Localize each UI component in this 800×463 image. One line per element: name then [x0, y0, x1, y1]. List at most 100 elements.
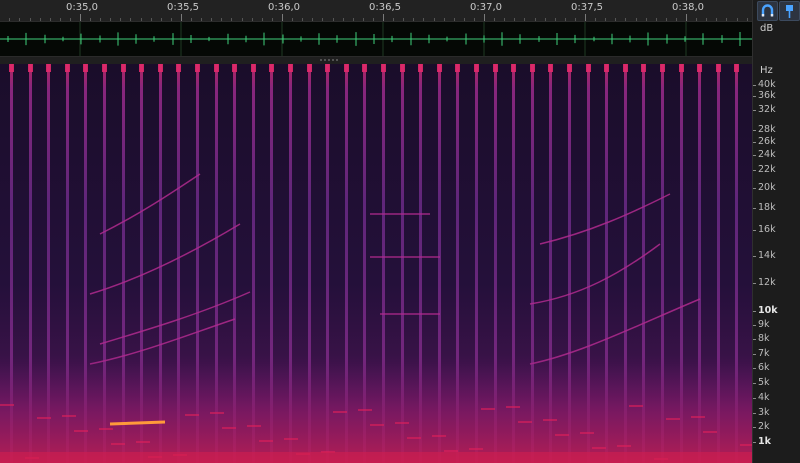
frequency-tick [753, 256, 756, 257]
ruler-minor-tick [666, 18, 667, 21]
frequency-label: 6k [758, 362, 770, 373]
frequency-label: 1k [758, 436, 771, 447]
frequency-tick [753, 427, 756, 428]
ruler-minor-tick [413, 18, 414, 21]
ruler-minor-tick [615, 18, 616, 21]
ruler-time-label: 0:38,0 [672, 2, 704, 13]
ruler-major-tick [80, 14, 81, 21]
frequency-tick [753, 398, 756, 399]
frequency-label: 16k [758, 224, 776, 235]
horseshoe-magnet-icon[interactable] [757, 1, 778, 21]
frequency-tick [753, 188, 756, 189]
frequency-label: 5k [758, 377, 770, 388]
frequency-label: 4k [758, 392, 770, 403]
frequency-tick [753, 311, 756, 312]
frequency-label: 12k [758, 277, 776, 288]
frequency-tick [753, 230, 756, 231]
frequency-tick [753, 368, 756, 369]
ruler-minor-tick [221, 18, 222, 21]
frequency-label: 28k [758, 124, 776, 135]
frequency-label: 32k [758, 104, 776, 115]
divider-grip-icon[interactable] [318, 58, 342, 62]
frequency-label: 24k [758, 149, 776, 160]
ruler-minor-tick [646, 18, 647, 21]
ruler-minor-tick [302, 18, 303, 21]
frequency-label: 18k [758, 202, 776, 213]
marker-pin-icon[interactable] [779, 1, 800, 21]
hz-axis-label: Hz [760, 65, 773, 76]
frequency-tick [753, 325, 756, 326]
ruler-minor-tick [555, 18, 556, 21]
frequency-label: 9k [758, 319, 770, 330]
ruler-minor-tick [737, 18, 738, 21]
ruler-major-tick [686, 14, 687, 21]
ruler-minor-tick [312, 18, 313, 21]
spectral-frequency-display[interactable] [0, 64, 752, 463]
ruler-minor-tick [30, 18, 31, 21]
ruler-minor-tick [272, 18, 273, 21]
frequency-label: 14k [758, 250, 776, 261]
ruler-minor-tick [595, 18, 596, 21]
ruler-minor-tick [716, 18, 717, 21]
frequency-tick [753, 85, 756, 86]
waveform-display[interactable] [0, 22, 752, 56]
ruler-minor-tick [444, 18, 445, 21]
ruler-minor-tick [454, 18, 455, 21]
ruler-time-label: 0:36,0 [268, 2, 300, 13]
ruler-minor-tick [575, 18, 576, 21]
ruler-minor-tick [90, 18, 91, 21]
spectrogram-canvas [0, 64, 752, 463]
frequency-tick [753, 339, 756, 340]
frequency-tick [753, 383, 756, 384]
ruler-minor-tick [19, 18, 20, 21]
ruler-minor-tick [120, 18, 121, 21]
waveform-trace [0, 22, 752, 56]
timeline-ruler[interactable]: 0:35,0 0:35,5 0:36,0 0:36,5 0:37,0 0:37,5 0:38… [0, 0, 752, 22]
ruler-minor-tick [70, 18, 71, 21]
ruler-minor-tick [110, 18, 111, 21]
ruler-minor-tick [474, 18, 475, 21]
ruler-time-label: 0:36,5 [369, 2, 401, 13]
frequency-tick [753, 96, 756, 97]
ruler-minor-tick [363, 18, 364, 21]
ruler-minor-tick [545, 18, 546, 21]
ruler-minor-tick [151, 18, 152, 21]
frequency-label: 26k [758, 136, 776, 147]
ruler-minor-tick [322, 18, 323, 21]
ruler-minor-tick [171, 18, 172, 21]
db-axis-label: dB [760, 23, 774, 34]
ruler-minor-tick [252, 18, 253, 21]
ruler-minor-tick [201, 18, 202, 21]
ruler-major-tick [383, 14, 384, 21]
frequency-tick [753, 170, 756, 171]
ruler-minor-tick [524, 18, 525, 21]
ruler-minor-tick [726, 18, 727, 21]
ruler-minor-tick [464, 18, 465, 21]
ruler-minor-tick [403, 18, 404, 21]
ruler-minor-tick [231, 18, 232, 21]
frequency-label: 10k [758, 305, 778, 316]
ruler-minor-tick [161, 18, 162, 21]
ruler-minor-tick [504, 18, 505, 21]
ruler-minor-tick [706, 18, 707, 21]
ruler-time-label: 0:37,0 [470, 2, 502, 13]
frequency-tick [753, 442, 756, 443]
frequency-label: 20k [758, 182, 776, 193]
ruler-minor-tick [292, 18, 293, 21]
ruler-minor-tick [636, 18, 637, 21]
frequency-label: 7k [758, 348, 770, 359]
ruler-minor-tick [605, 18, 606, 21]
ruler-minor-tick [565, 18, 566, 21]
ruler-minor-tick [423, 18, 424, 21]
ruler-minor-tick [494, 18, 495, 21]
frequency-tick [753, 155, 756, 156]
ruler-minor-tick [130, 18, 131, 21]
ruler-minor-tick [747, 18, 748, 21]
frequency-tick [753, 413, 756, 414]
ruler-time-label: 0:37,5 [571, 2, 603, 13]
ruler-minor-tick [434, 18, 435, 21]
ruler-time-label: 0:35,5 [167, 2, 199, 13]
frequency-tick [753, 354, 756, 355]
ruler-minor-tick [514, 18, 515, 21]
frequency-tick [753, 208, 756, 209]
